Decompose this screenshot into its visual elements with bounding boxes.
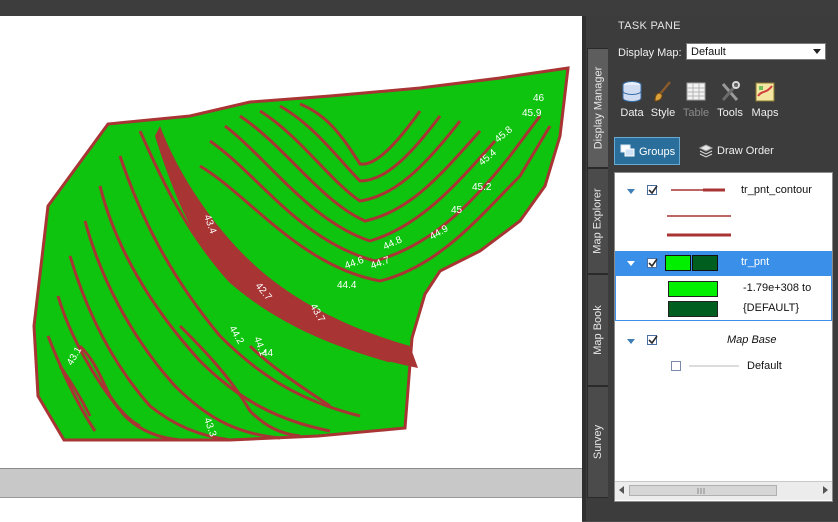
display-manager-toolbar: Data Style Table Tools Maps: [618, 78, 834, 126]
point-layer-row[interactable]: tr_pnt: [615, 251, 832, 275]
contour-label: 45: [451, 205, 463, 216]
check-icon: [648, 185, 658, 195]
contour-style-thick-swatch: [667, 233, 731, 237]
contour-layer-name[interactable]: tr_pnt_contour: [741, 184, 812, 196]
data-button[interactable]: Data: [618, 78, 646, 124]
groups-button[interactable]: Groups: [614, 137, 680, 165]
display-map-label: Display Map:: [618, 47, 682, 59]
command-line-strip[interactable]: [0, 497, 582, 522]
tab-map-book-label: Map Book: [592, 305, 604, 355]
data-button-label: Data: [620, 107, 644, 119]
tab-map-explorer[interactable]: Map Explorer: [587, 168, 609, 274]
task-pane: TASK PANE Display Map: Default Data Styl…: [608, 16, 838, 521]
maps-button[interactable]: Maps: [749, 78, 781, 124]
contour-label: 42.6: [416, 355, 435, 378]
legend-default-label: {DEFAULT}: [743, 302, 800, 314]
tab-survey[interactable]: Survey: [587, 386, 609, 498]
display-map-select[interactable]: Default: [686, 43, 826, 60]
database-icon: [622, 81, 642, 103]
point-layer-name[interactable]: tr_pnt: [741, 256, 769, 268]
style-button[interactable]: Style: [648, 78, 678, 124]
default-layer-name[interactable]: Default: [747, 360, 782, 372]
grip-icon: [697, 488, 705, 494]
groups-button-label: Groups: [639, 146, 676, 158]
draw-order-button[interactable]: Draw Order: [696, 137, 836, 165]
legend-range-swatch: [668, 281, 718, 297]
default-layer-checkbox[interactable]: [671, 361, 681, 371]
legend-range-label: -1.79e+308 to: [743, 282, 812, 294]
legend-default-swatch: [668, 301, 718, 317]
table-icon: [686, 82, 706, 101]
check-icon: [648, 335, 658, 345]
contour-label: 45.2: [472, 182, 492, 193]
draw-order-icon: [698, 144, 714, 158]
contour-label: 45.9: [522, 108, 542, 119]
point-swatch-dark: [692, 255, 718, 271]
tools-icon: [721, 81, 740, 101]
table-button-label: Table: [682, 107, 710, 119]
map-canvas[interactable]: 46 45.9 45.8 45.4 45.2 45 44.9 44.8 44.7 44.6 44.4…: [0, 16, 582, 468]
tab-display-manager-label: Display Manager: [592, 66, 605, 150]
expand-point-layer-icon[interactable]: [627, 261, 635, 266]
table-button[interactable]: Table: [681, 78, 711, 124]
maps-button-label: Maps: [751, 107, 779, 119]
tools-button-label: Tools: [717, 107, 743, 119]
expand-map-base-icon[interactable]: [627, 339, 635, 344]
horizontal-scrollbar[interactable]: [615, 481, 832, 500]
point-layer-checkbox[interactable]: [647, 258, 658, 268]
expand-contour-layer-icon[interactable]: [627, 189, 635, 194]
map-base-group-name[interactable]: Map Base: [727, 334, 777, 346]
display-map-value: Default: [691, 46, 726, 58]
scroll-right-icon[interactable]: [823, 486, 828, 494]
tab-display-manager[interactable]: Display Manager: [587, 48, 609, 168]
check-icon: [648, 258, 658, 268]
contour-style-thin-swatch: [667, 215, 731, 217]
tab-survey-label: Survey: [592, 424, 604, 460]
contour-label: 44.4: [337, 280, 357, 291]
map-status-strip: [0, 468, 582, 498]
layer-tree: tr_pnt_contour tr_pnt -1.79e+308 to {DEF…: [614, 172, 833, 502]
chevron-down-icon: [813, 49, 821, 54]
contour-layer-checkbox[interactable]: [647, 185, 658, 195]
contour-line-swatch: [671, 188, 725, 192]
draw-order-button-label: Draw Order: [717, 145, 774, 157]
point-layer-legend: -1.79e+308 to {DEFAULT}: [615, 275, 832, 321]
style-button-label: Style: [650, 107, 676, 119]
contour-map[interactable]: 4645.945.845.445.24544.944.844.744.644.4…: [0, 16, 582, 468]
tab-map-book[interactable]: Map Book: [587, 274, 609, 386]
surface-fill: [32, 66, 570, 442]
contour-label: 44: [262, 348, 274, 359]
groups-icon: [620, 144, 635, 157]
point-swatch-bright: [665, 255, 691, 271]
tools-button[interactable]: Tools: [713, 78, 747, 124]
map-base-checkbox[interactable]: [647, 335, 658, 345]
contour-label: 46: [533, 93, 545, 104]
default-layer-swatch: [689, 365, 739, 367]
scroll-thumb[interactable]: [629, 485, 777, 496]
side-tab-strip: Display Manager Map Explorer Map Book Su…: [586, 16, 609, 521]
top-bar: [0, 0, 838, 16]
task-pane-title: TASK PANE: [618, 20, 681, 32]
paintbrush-icon: [654, 81, 671, 102]
tab-map-explorer-label: Map Explorer: [592, 188, 605, 254]
scroll-left-icon[interactable]: [619, 486, 624, 494]
map-icon: [755, 82, 775, 102]
